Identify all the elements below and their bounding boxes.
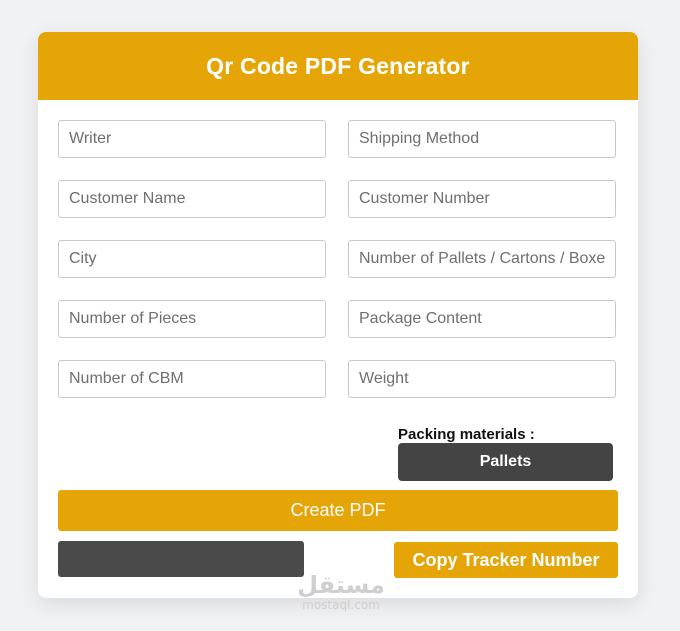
copy-tracker-number-button[interactable]: Copy Tracker Number bbox=[394, 542, 618, 578]
watermark-text: mostaql.com bbox=[302, 598, 380, 612]
tracker-number-display bbox=[58, 541, 304, 577]
writer-input[interactable] bbox=[58, 120, 326, 158]
customer-number-input[interactable] bbox=[348, 180, 616, 218]
weight-input[interactable] bbox=[348, 360, 616, 398]
generator-card: Qr Code PDF Generator Packing materials … bbox=[38, 32, 638, 598]
card-header: Qr Code PDF Generator bbox=[38, 32, 638, 100]
cbm-input[interactable] bbox=[58, 360, 326, 398]
shipping-method-input[interactable] bbox=[348, 120, 616, 158]
packing-materials-select[interactable]: Pallets bbox=[398, 443, 613, 481]
pallets-cartons-boxes-input[interactable] bbox=[348, 240, 616, 278]
page-title: Qr Code PDF Generator bbox=[206, 52, 470, 79]
package-content-input[interactable] bbox=[348, 300, 616, 338]
pieces-input[interactable] bbox=[58, 300, 326, 338]
create-pdf-button[interactable]: Create PDF bbox=[58, 490, 618, 531]
packing-materials-label: Packing materials : bbox=[398, 426, 535, 443]
customer-name-input[interactable] bbox=[58, 180, 326, 218]
city-input[interactable] bbox=[58, 240, 326, 278]
